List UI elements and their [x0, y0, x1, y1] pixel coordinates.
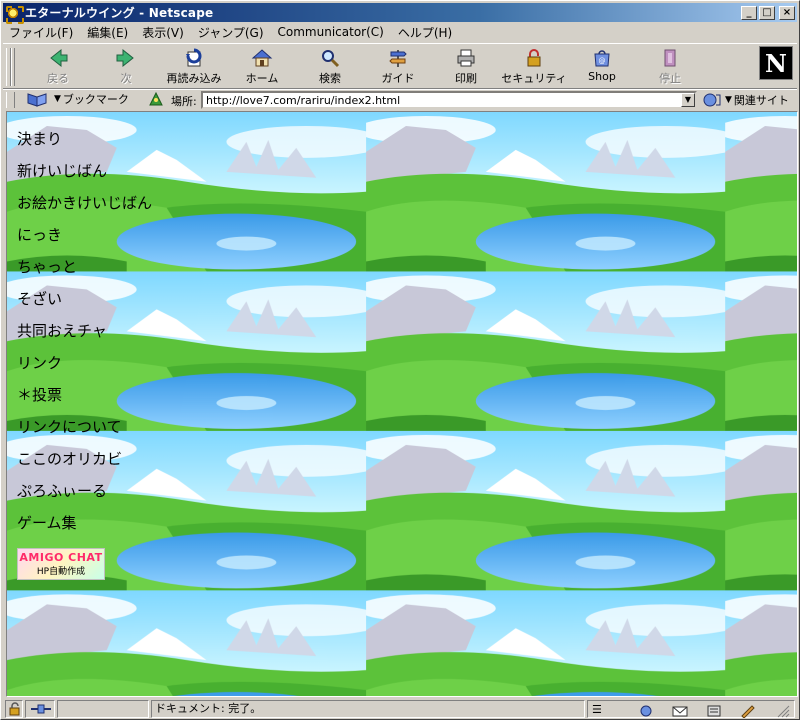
back-button[interactable]: 戻る: [25, 48, 91, 88]
window-controls: _ □ ×: [741, 5, 795, 20]
search-button[interactable]: 検索: [297, 48, 363, 88]
search-icon: [322, 50, 340, 68]
navigation-toolbar: 戻る 次 再読み込み ホーム 検索 ガイド 印刷 セキュリティ @ Shop 停…: [3, 43, 797, 89]
banner-subtitle: HP自動作成: [36, 567, 86, 577]
bookmarks-book-icon: [27, 93, 47, 107]
nav-link-new-bbs[interactable]: 新けいじばん: [17, 160, 152, 192]
nav-link-original-kirby[interactable]: ここのオリカビ: [17, 448, 152, 480]
home-icon: [251, 49, 273, 67]
status-text: ドキュメント: 完了。: [151, 700, 585, 718]
newsgroups-icon[interactable]: [706, 704, 722, 718]
search-label: 検索: [319, 72, 341, 85]
stop-icon: [664, 49, 676, 67]
netscape-app-icon[interactable]: [5, 4, 24, 24]
back-label: 戻る: [47, 72, 69, 85]
online-plug-icon: [31, 704, 51, 714]
menu-bar: ファイル(F) 編集(E) 表示(V) ジャンプ(G) Communicator…: [3, 23, 797, 41]
bookmarks-dropdown-icon: ▼: [54, 94, 61, 104]
home-label: ホーム: [245, 72, 279, 85]
guide-button[interactable]: ガイド: [365, 48, 431, 88]
unlocked-padlock-icon: [9, 702, 20, 716]
forward-label: 次: [120, 72, 132, 85]
print-button[interactable]: 印刷: [433, 48, 499, 88]
connection-status-cell[interactable]: [25, 700, 55, 718]
amigo-chat-banner[interactable]: AMIGO CHAT HP自動作成: [17, 548, 105, 580]
site-navigation: 決まり 新けいじばん お絵かきけいじばん にっき ちゃっと そざい 共同おえチャ…: [17, 128, 152, 544]
print-icon: [457, 49, 475, 67]
nav-link-links[interactable]: リンク: [17, 352, 152, 384]
component-bar: ☰: [587, 700, 795, 718]
page-content[interactable]: 決まり 新けいじばん お絵かきけいじばん にっき ちゃっと そざい 共同おえチャ…: [6, 111, 798, 697]
shop-label: Shop: [588, 70, 616, 83]
related-sites-icon: [703, 93, 721, 107]
navigator-icon[interactable]: [638, 704, 654, 718]
security-lock-icon: [527, 49, 541, 67]
mail-icon[interactable]: [672, 704, 688, 718]
nav-link-shared-oekaki-chat[interactable]: 共同おえチャ: [17, 320, 152, 352]
location-grip[interactable]: [6, 92, 15, 108]
security-status-cell[interactable]: [5, 700, 23, 718]
nav-link-oekaki-bbs[interactable]: お絵かきけいじばん: [17, 192, 152, 224]
nav-link-diary[interactable]: にっき: [17, 224, 152, 256]
forward-button[interactable]: 次: [93, 48, 159, 88]
location-bar: ▼ ブックマーク 場所: http://love7.com/rariru/ind…: [3, 89, 797, 109]
menu-edit[interactable]: 編集(E): [87, 24, 128, 41]
nav-link-about-links[interactable]: リンクについて: [17, 416, 152, 448]
menu-communicator[interactable]: Communicator(C): [278, 25, 384, 39]
reload-label: 再読み込み: [166, 72, 222, 85]
back-arrow-icon: [50, 48, 68, 68]
menu-help[interactable]: ヘルプ(H): [398, 24, 452, 41]
stop-label: 停止: [659, 72, 681, 85]
location-label: 場所:: [171, 95, 197, 108]
nav-link-chat[interactable]: ちゃっと: [17, 256, 152, 288]
nav-link-vote[interactable]: ＊投票: [17, 384, 152, 416]
security-label: セキュリティ: [501, 72, 567, 85]
related-sites-button[interactable]: ▼ 関連サイト: [703, 92, 789, 108]
netscape-logo[interactable]: N: [759, 46, 793, 80]
status-bar: ドキュメント: 完了。 ☰: [3, 699, 797, 719]
related-sites-dropdown-icon: ▼: [725, 95, 732, 105]
progress-cell: [57, 700, 149, 718]
composer-icon[interactable]: [740, 704, 756, 718]
menu-go[interactable]: ジャンプ(G): [198, 24, 264, 41]
url-input[interactable]: http://love7.com/rariru/index2.html: [201, 91, 697, 109]
reload-button[interactable]: 再読み込み: [161, 48, 227, 88]
home-button[interactable]: ホーム: [229, 48, 295, 88]
svg-text:@: @: [599, 57, 606, 65]
page-proxy-icon[interactable]: [147, 91, 165, 107]
nav-link-rules[interactable]: 決まり: [17, 128, 152, 160]
toolbar-grip[interactable]: [6, 48, 15, 86]
resize-grip-icon[interactable]: [774, 704, 790, 718]
component-bar-grip[interactable]: ☰: [592, 702, 602, 718]
nav-link-profile[interactable]: ぷろふぃーる: [17, 480, 152, 512]
reload-icon: [186, 48, 202, 67]
stop-button[interactable]: 停止: [637, 48, 703, 88]
menu-view[interactable]: 表示(V): [142, 24, 184, 41]
shop-button[interactable]: @ Shop: [569, 48, 635, 88]
forward-arrow-icon: [116, 48, 134, 68]
bookmarks-label: ブックマーク: [62, 93, 129, 106]
security-button[interactable]: セキュリティ: [501, 48, 567, 88]
related-sites-label: 関連サイト: [733, 94, 789, 107]
print-label: 印刷: [455, 72, 477, 85]
browser-window: エターナルウイング - Netscape _ □ × ファイル(F) 編集(E)…: [0, 0, 800, 720]
nav-link-games[interactable]: ゲーム集: [17, 512, 152, 544]
menu-file[interactable]: ファイル(F): [9, 24, 73, 41]
close-button[interactable]: ×: [779, 5, 795, 20]
window-title: エターナルウイング - Netscape: [25, 6, 214, 20]
guide-label: ガイド: [381, 72, 415, 85]
bookmarks-button[interactable]: ▼ ブックマーク: [27, 91, 165, 107]
guide-icon: [389, 50, 407, 67]
title-bar[interactable]: エターナルウイング - Netscape _ □ ×: [3, 3, 797, 24]
shop-icon: @: [594, 50, 610, 67]
url-history-dropdown[interactable]: ▼: [681, 93, 695, 107]
maximize-button[interactable]: □: [759, 5, 775, 20]
nav-link-materials[interactable]: そざい: [17, 288, 152, 320]
minimize-button[interactable]: _: [741, 5, 757, 20]
banner-title: AMIGO CHAT: [19, 551, 103, 564]
